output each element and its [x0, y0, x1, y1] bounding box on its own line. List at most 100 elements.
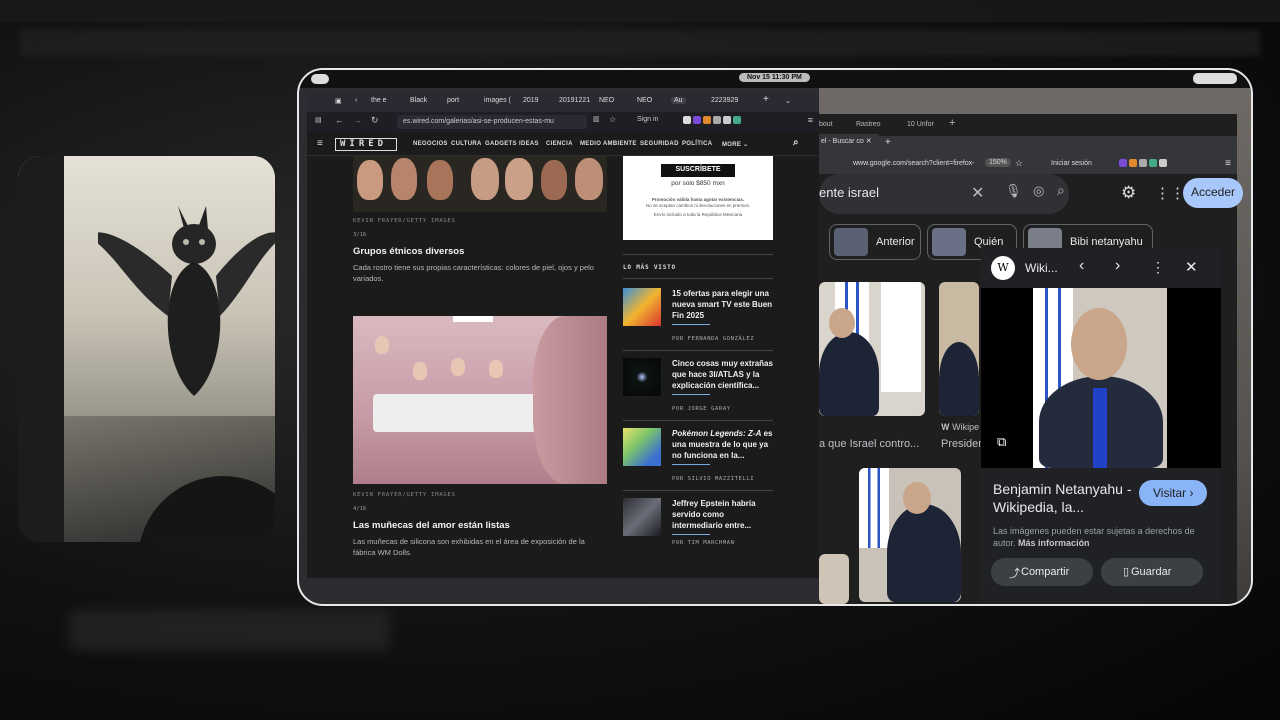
extension-icons[interactable] [683, 116, 741, 126]
tab-bout[interactable]: bout [819, 121, 833, 128]
chip-anterior[interactable]: Anterior [829, 224, 921, 260]
tab-2[interactable]: Black [410, 97, 427, 104]
most-viewed-item-1[interactable]: 15 ofertas para elegir una nueva smart T… [623, 288, 773, 354]
new-tab-plus-icon[interactable]: + [885, 137, 891, 148]
article-title[interactable]: Jeffrey Epstein habría servido como inte… [672, 498, 774, 531]
image-result-1[interactable] [819, 282, 925, 416]
search-input[interactable]: ente israel [819, 185, 879, 200]
article-author[interactable]: POR SILVIO MAZZITELLI [672, 476, 754, 482]
hamburger-icon[interactable]: ≡ [317, 138, 323, 149]
tab-10[interactable]: 2223929 [711, 97, 738, 104]
article-title[interactable]: Pokémon Legends: Z-A es una muestra de l… [672, 428, 774, 461]
image-result-4[interactable] [819, 554, 849, 604]
lens-icon[interactable]: ◎ [1033, 183, 1044, 199]
slide-4-credit: KEVIN FRAYER/GETTY IMAGES [353, 492, 456, 498]
chevron-down-icon: ⌄ [743, 142, 749, 148]
prev-arrow-icon[interactable]: ‹ [1079, 257, 1084, 275]
image-caption-1[interactable]: a que Israel contro... [819, 438, 919, 450]
article-author[interactable]: POR FERNANDA GONZÁLEZ [672, 336, 754, 342]
new-tab-icon[interactable]: + [949, 117, 955, 129]
visit-button[interactable]: Visitar › [1139, 480, 1207, 506]
subscribe-button[interactable]: SUSCRÍBETE [661, 164, 735, 177]
nav-negocios[interactable]: NEGOCIOS [413, 141, 448, 147]
nav-more[interactable]: MORE ⌄ [722, 141, 749, 148]
tab-7[interactable]: NEO [599, 97, 614, 104]
extension-icons[interactable] [1119, 159, 1167, 169]
microphone-icon[interactable]: 🎙 [1005, 183, 1022, 199]
tab-unfor[interactable]: 10 Unfor [907, 121, 934, 128]
forward-icon[interactable]: → [353, 115, 362, 125]
most-viewed-item-2[interactable]: Cinco cosas muy extrañas que hace 3I/ATL… [623, 358, 773, 424]
menu-icon[interactable]: ≡ [808, 115, 813, 125]
nav-politica[interactable]: POLÍTICA [682, 141, 712, 147]
preview-title[interactable]: Benjamin Netanyahu - Wikipedia, la... [993, 480, 1143, 516]
nav-ideas[interactable]: IDEAS [519, 141, 539, 147]
nav-cultura[interactable]: CULTURA [451, 141, 482, 147]
url-field[interactable]: es.wired.com/galerias/asi-se-producen-es… [397, 115, 587, 129]
tab-rastreo[interactable]: Rastreo [856, 121, 881, 128]
search-box[interactable]: ente israel ✕ 🎙 ◎ ⌕ [819, 174, 1069, 214]
search-icon[interactable]: ⌕ [793, 137, 799, 148]
tab-overflow-icon[interactable]: ⌄ [785, 97, 791, 105]
tab-8[interactable]: NEO [637, 97, 652, 104]
reload-icon[interactable]: ↻ [371, 115, 379, 126]
sign-in-link[interactable]: Iniciar sesión [1051, 160, 1092, 167]
image-result-2[interactable] [939, 282, 979, 416]
share-button[interactable]: ⤴ Compartir [991, 558, 1093, 586]
tab-6[interactable]: 20191221 [559, 97, 590, 104]
tab-9-active[interactable]: Au [671, 97, 686, 104]
close-icon[interactable]: ✕ [1185, 258, 1198, 276]
preview-image[interactable]: ⧉ [981, 288, 1221, 468]
acceder-button[interactable]: Acceder [1183, 178, 1243, 208]
menu-icon[interactable]: ≡ [1225, 158, 1231, 169]
apps-grid-icon[interactable]: ⋮⋮ [1155, 184, 1185, 202]
wired-logo[interactable]: WIRED [335, 138, 397, 151]
tab-4[interactable]: images ( [484, 97, 511, 104]
save-button[interactable]: ▯ Guardar [1101, 558, 1203, 586]
next-arrow-icon[interactable]: › [1115, 257, 1120, 275]
subscription-ad[interactable]: SUSCRÍBETE por solo $850 mxn Promoción v… [623, 156, 773, 240]
zoom-badge[interactable]: 150% [985, 158, 1011, 167]
more-info-link[interactable]: Más información [1018, 538, 1090, 548]
system-tray[interactable] [1193, 73, 1237, 84]
tab-back-icon[interactable]: ‹ [355, 97, 357, 104]
slide-3-description: Cada rostro tiene sus propias caracterís… [353, 263, 594, 283]
article-title[interactable]: 15 ofertas para elegir una nueva smart T… [672, 288, 774, 321]
article-title[interactable]: Cinco cosas muy extrañas que hace 3I/ATL… [672, 358, 774, 391]
system-clock[interactable]: Nov 15 11:30 PM [739, 73, 810, 82]
activities-pill[interactable] [311, 74, 329, 84]
settings-gear-icon[interactable]: ⚙ [1121, 183, 1136, 203]
reader-icon[interactable]: ▥ [593, 115, 600, 123]
new-tab-icon[interactable]: + [763, 94, 769, 105]
search-icon[interactable]: ⌕ [1057, 182, 1065, 199]
bookmark-star-icon[interactable]: ☆ [609, 115, 616, 124]
sign-in-button[interactable]: Sign in [637, 116, 658, 123]
close-tab-icon[interactable]: ✕ [866, 138, 872, 145]
sidebar-icon[interactable]: ▤ [315, 116, 322, 124]
nav-gadgets[interactable]: GADGETS [485, 141, 517, 147]
lens-search-icon[interactable]: ⧉ [997, 434, 1006, 450]
preview-source[interactable]: Wiki... [1025, 261, 1058, 275]
article-thumbnail [623, 428, 661, 466]
clear-search-icon[interactable]: ✕ [971, 183, 984, 203]
bookmark-star-icon[interactable]: ☆ [1015, 158, 1023, 169]
tab-5[interactable]: 2019 [523, 97, 539, 104]
url-text[interactable]: www.google.com/search?client=firefox- [853, 160, 975, 167]
image-result-3[interactable] [859, 468, 961, 602]
article-author[interactable]: POR JORGE GARAY [672, 406, 731, 412]
tab-1[interactable]: the e [371, 97, 387, 104]
image-caption-2[interactable]: 𝐖 Wikipe [941, 422, 979, 433]
slide-4-image[interactable] [353, 316, 607, 484]
article-author[interactable]: POR TIM MARCHMAN [672, 540, 735, 546]
most-viewed-item-4[interactable]: Jeffrey Epstein habría servido como inte… [623, 498, 773, 564]
active-tab[interactable]: el - Buscar co ✕ [819, 134, 879, 152]
nav-seguridad[interactable]: SEGURIDAD [640, 141, 679, 147]
slide-3-image[interactable] [353, 156, 607, 212]
most-viewed-item-3[interactable]: Pokémon Legends: Z-A es una muestra de l… [623, 428, 773, 494]
more-options-icon[interactable]: ⋮ [1151, 259, 1165, 276]
back-icon[interactable]: ← [335, 115, 344, 125]
tab-list-icon[interactable]: ▣ [335, 97, 342, 105]
nav-ciencia[interactable]: CIENCIA [546, 141, 573, 147]
tab-3[interactable]: port [447, 97, 459, 104]
nav-medio-ambiente[interactable]: MEDIO AMBIENTE [580, 141, 637, 147]
